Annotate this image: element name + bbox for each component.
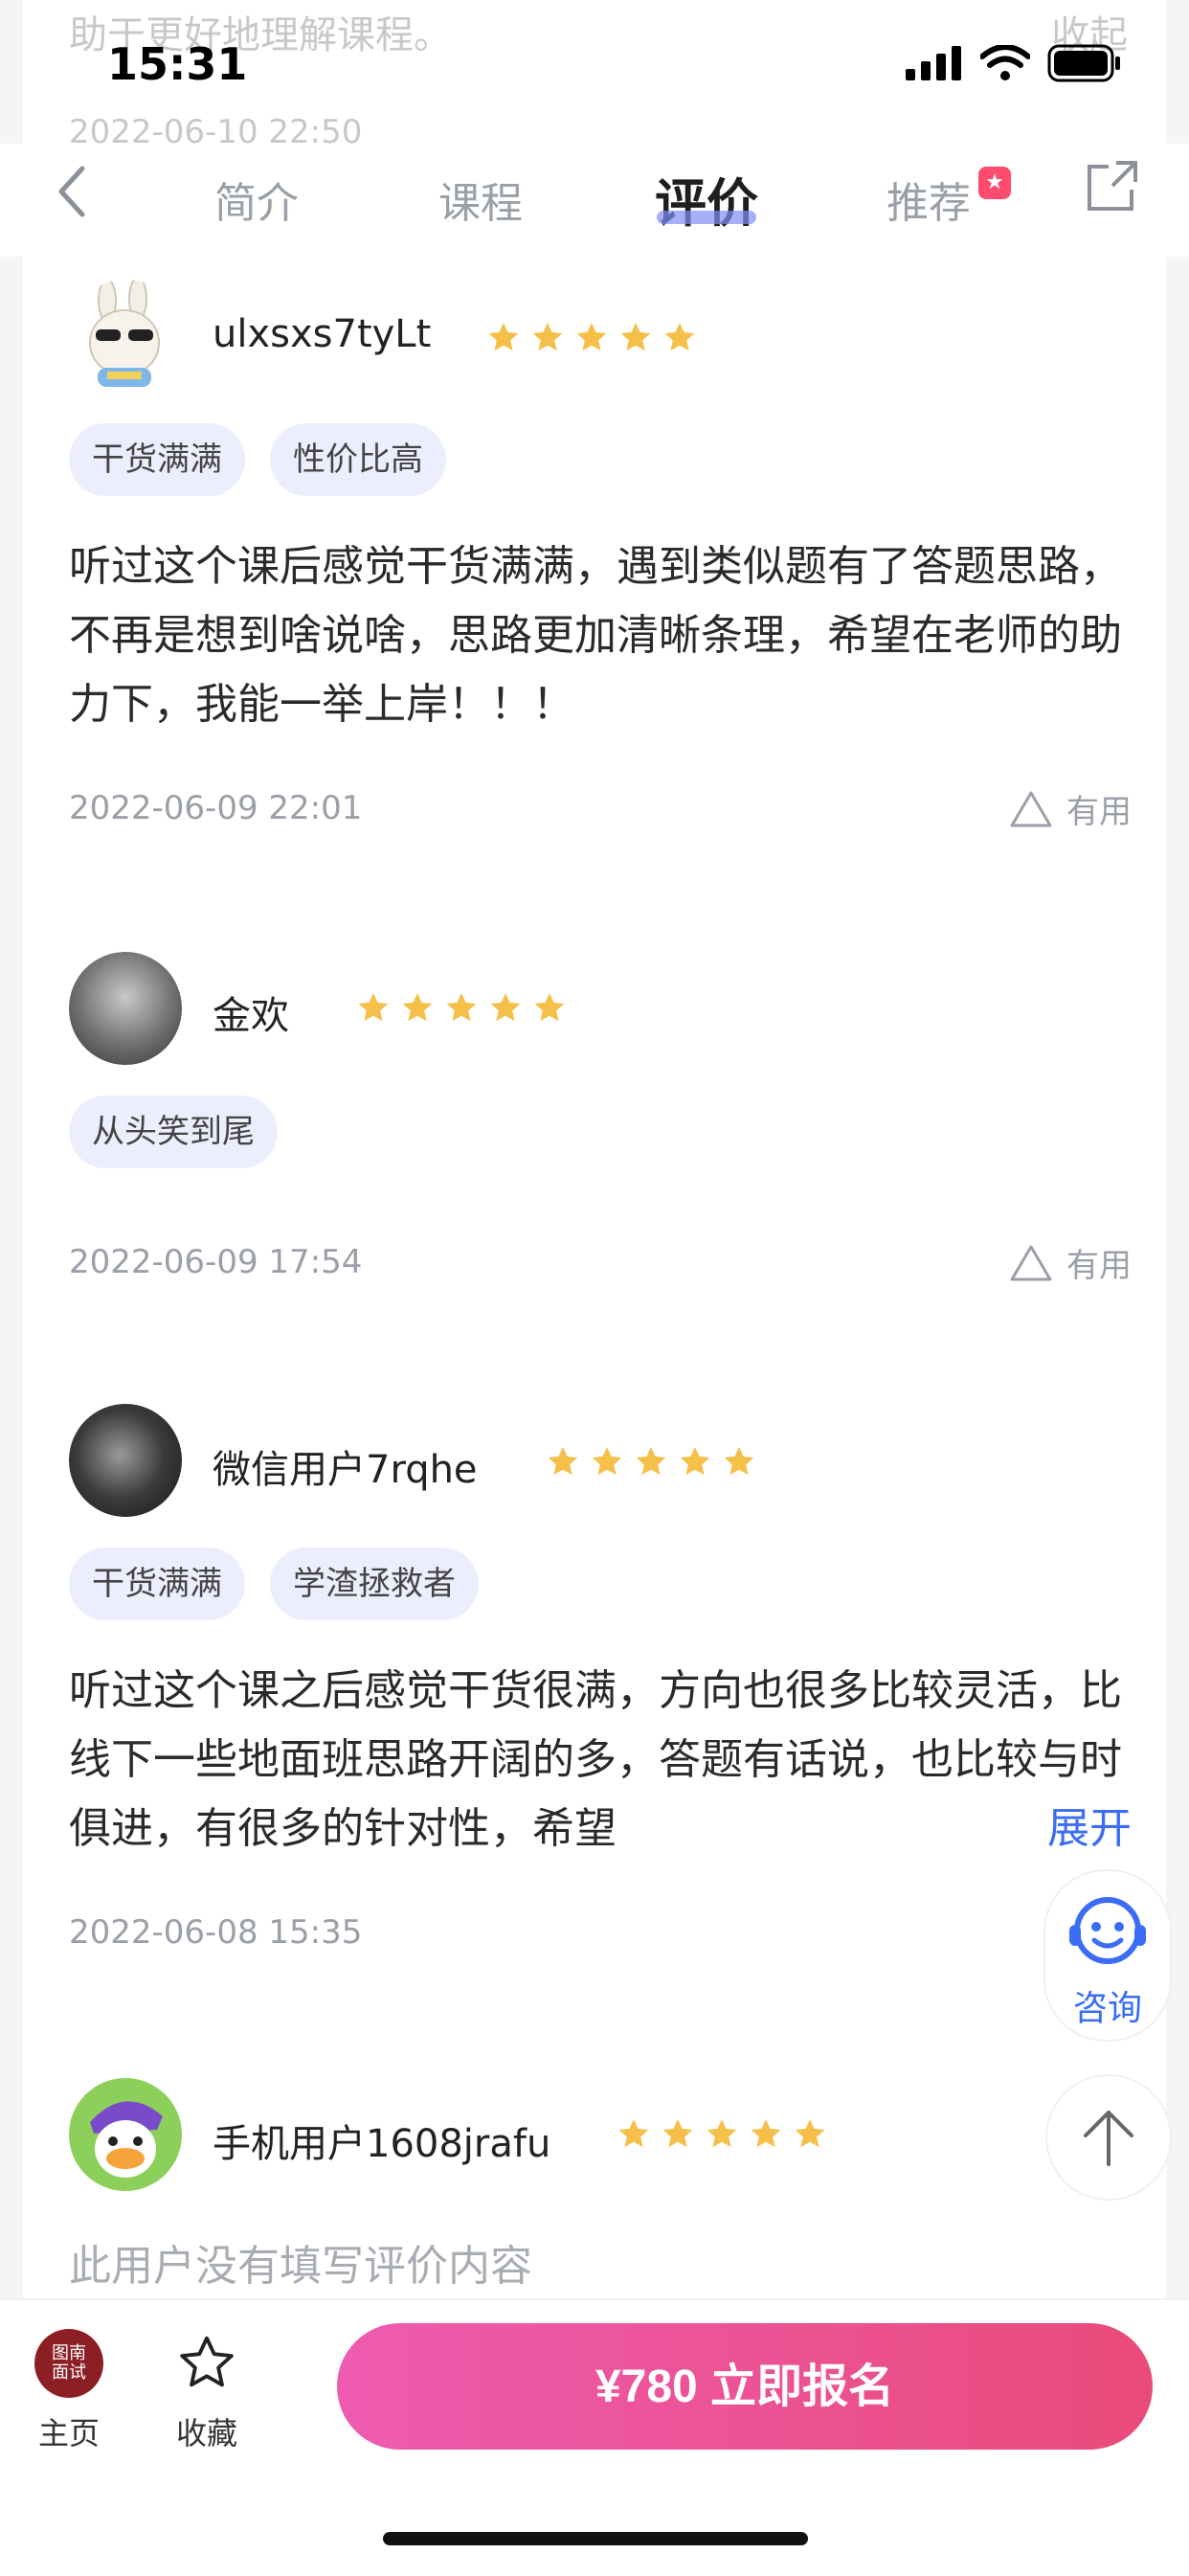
star-icon bbox=[548, 1447, 578, 1476]
useful-label: 有用 bbox=[1066, 793, 1132, 831]
star-icon bbox=[707, 2119, 737, 2148]
star-icon bbox=[618, 2119, 649, 2148]
star-icon bbox=[358, 993, 389, 1022]
expand-link[interactable]: 展开 bbox=[1028, 1795, 1132, 1864]
review-text: 听过这个课之后感觉干货很满，方向也很多比较灵活，比线下一些地面班思路开阔的多，答… bbox=[69, 1657, 1132, 1864]
review-tags: 干货满满 性价比高 bbox=[69, 423, 446, 496]
brand-logo-text: 图南面试 bbox=[52, 2343, 86, 2383]
customer-service-icon bbox=[1069, 1897, 1146, 1964]
star-icon bbox=[532, 323, 563, 351]
review-date: 2022-06-09 22:01 bbox=[69, 789, 363, 827]
star-icon bbox=[446, 993, 477, 1022]
star-icon bbox=[724, 1447, 754, 1476]
thumb-triangle-icon bbox=[1010, 791, 1052, 826]
user-name: ulxsxs7tyLt bbox=[213, 312, 432, 356]
star-icon bbox=[592, 1447, 622, 1476]
share-icon[interactable] bbox=[1086, 159, 1139, 213]
back-chevron-icon[interactable] bbox=[54, 163, 92, 220]
review-date: 2022-06-09 17:54 bbox=[69, 1243, 363, 1281]
tab-recommend[interactable]: 推荐 bbox=[886, 169, 971, 230]
useful-button[interactable]: 有用 bbox=[1009, 785, 1132, 832]
star-icon bbox=[576, 323, 607, 351]
arrow-up-icon bbox=[1084, 2111, 1133, 2166]
avatar[interactable] bbox=[69, 1404, 182, 1517]
star-icon bbox=[488, 323, 519, 351]
useful-label: 有用 bbox=[1066, 1247, 1132, 1285]
review-tag: 干货满满 bbox=[69, 423, 245, 496]
rating-stars bbox=[546, 1444, 756, 1479]
favorite-label: 收藏 bbox=[175, 2415, 237, 2452]
star-icon bbox=[680, 1447, 710, 1476]
star-icon bbox=[751, 2119, 781, 2148]
avatar[interactable] bbox=[69, 280, 182, 393]
user-name: 微信用户7rqhe bbox=[213, 1448, 478, 1492]
useful-button[interactable]: 有用 bbox=[1009, 1239, 1132, 1286]
review-tags: 从头笑到尾 bbox=[69, 1096, 278, 1168]
brand-logo: 图南面试 bbox=[34, 2329, 103, 2398]
empty-review-text: 此用户没有填写评价内容 bbox=[69, 2242, 532, 2291]
back-to-top-button[interactable] bbox=[1045, 2074, 1172, 2201]
tab-reviews[interactable]: 评价 bbox=[655, 161, 758, 237]
star-icon bbox=[402, 993, 433, 1022]
star-icon bbox=[534, 993, 565, 1022]
review-text-content: 听过这个课之后感觉干货很满，方向也很多比较灵活，比线下一些地面班思路开阔的多，答… bbox=[69, 1666, 1122, 1853]
review-tag: 学渣拯救者 bbox=[270, 1548, 479, 1620]
review-text: 听过这个课后感觉干货满满，遇到类似题有了答题思路，不再是想到啥说啥，思路更加清晰… bbox=[69, 542, 1122, 729]
status-bar: 15:31 bbox=[0, 0, 1189, 144]
rating-stars bbox=[356, 990, 567, 1025]
reviews-panel: 助于更好地理解课程。 收起 2022-06-10 22:50 ulxsxs7ty… bbox=[23, 0, 1166, 2298]
tab-intro[interactable]: 简介 bbox=[214, 169, 299, 230]
status-time: 15:31 bbox=[107, 38, 248, 90]
top-nav: 简介 课程 评价 推荐 bbox=[0, 144, 1189, 257]
status-icons bbox=[906, 44, 1122, 82]
user-name: 手机用户1608jrafu bbox=[213, 2122, 551, 2166]
favorite-tab[interactable]: 收藏 bbox=[172, 2331, 241, 2453]
consult-label: 咨询 bbox=[1072, 1989, 1142, 2028]
enroll-button[interactable]: ¥780 立即报名 bbox=[337, 2323, 1153, 2450]
star-icon bbox=[636, 1447, 666, 1476]
star-icon bbox=[795, 2119, 825, 2148]
star-outline-icon bbox=[180, 2336, 234, 2387]
home-indicator bbox=[383, 2532, 808, 2545]
avatar[interactable] bbox=[69, 2078, 182, 2191]
review-tags: 干货满满 学渣拯救者 bbox=[69, 1548, 479, 1620]
rating-stars bbox=[617, 2116, 827, 2151]
thumb-triangle-icon bbox=[1010, 1245, 1052, 1280]
active-tab-indicator bbox=[657, 211, 756, 224]
avatar[interactable] bbox=[69, 952, 182, 1065]
review-tag: 性价比高 bbox=[270, 423, 446, 496]
review-date: 2022-06-08 15:35 bbox=[69, 1913, 363, 1952]
star-icon bbox=[664, 323, 695, 351]
tab-course[interactable]: 课程 bbox=[438, 169, 523, 230]
star-icon bbox=[620, 323, 651, 351]
user-name: 金欢 bbox=[213, 994, 289, 1038]
star-icon bbox=[490, 993, 521, 1022]
wifi-icon bbox=[980, 45, 1030, 80]
home-tab[interactable]: 图南面试 主页 bbox=[33, 2329, 105, 2453]
review-tag: 从头笑到尾 bbox=[69, 1096, 278, 1168]
recommend-badge-icon: ★ bbox=[978, 167, 1011, 199]
star-icon bbox=[662, 2119, 693, 2148]
rating-stars bbox=[486, 320, 697, 354]
home-label: 主页 bbox=[37, 2415, 100, 2452]
signal-icon bbox=[906, 46, 961, 80]
battery-icon bbox=[1047, 44, 1120, 82]
review-tag: 干货满满 bbox=[69, 1548, 245, 1620]
consult-button[interactable]: 咨询 bbox=[1043, 1869, 1172, 2042]
